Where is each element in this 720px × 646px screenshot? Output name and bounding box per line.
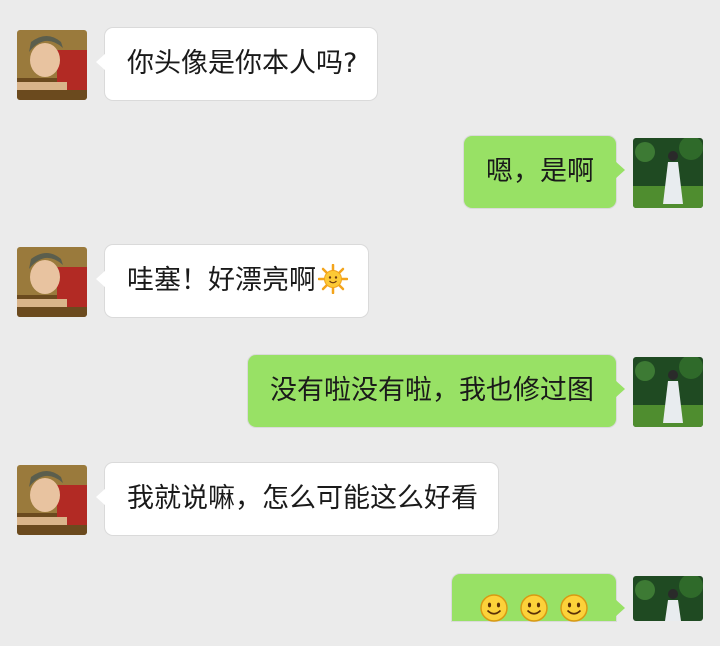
smile-emoji-icon (479, 593, 509, 623)
contact-avatar-image (17, 465, 87, 535)
contact-avatar-image (17, 30, 87, 100)
smile-emoji-icon (519, 593, 549, 623)
user-avatar[interactable] (633, 138, 703, 208)
user-avatar[interactable] (633, 357, 703, 427)
user-avatar[interactable] (633, 576, 703, 621)
message-text: 哇塞！好漂亮啊 (127, 265, 316, 296)
message-bubble[interactable]: 哇塞！好漂亮啊 (96, 245, 368, 317)
message-text: 嗯，是啊 (486, 156, 594, 187)
message-bubble[interactable]: 没有啦没有啦，我也修过图 (248, 355, 625, 427)
contact-avatar-image (17, 247, 87, 317)
contact-avatar[interactable] (17, 247, 87, 317)
message-text: 我就说嘛，怎么可能这么好看 (127, 483, 478, 514)
message-bubble[interactable]: 你头像是你本人吗? (95, 28, 378, 100)
contact-avatar[interactable] (17, 465, 87, 535)
message-text: 没有啦没有啦，我也修过图 (270, 375, 594, 406)
sun-emoji-icon (318, 263, 348, 294)
message-bubble[interactable]: 我就说嘛，怎么可能这么好看 (96, 463, 498, 535)
user-avatar-image (633, 138, 703, 208)
message-bubble[interactable] (452, 574, 625, 623)
message-bubble[interactable]: 嗯，是啊 (464, 136, 625, 208)
user-avatar-image (633, 576, 703, 621)
user-avatar-image (633, 357, 703, 427)
contact-avatar[interactable] (17, 30, 87, 100)
smile-emoji-icon (559, 593, 589, 623)
chat-message-list: 你头像是你本人吗? 嗯，是啊 哇塞！好漂亮啊 没有啦没有啦，我也修过图 我就说嘛… (0, 0, 720, 623)
message-text: 你头像是你本人吗? (127, 48, 358, 79)
